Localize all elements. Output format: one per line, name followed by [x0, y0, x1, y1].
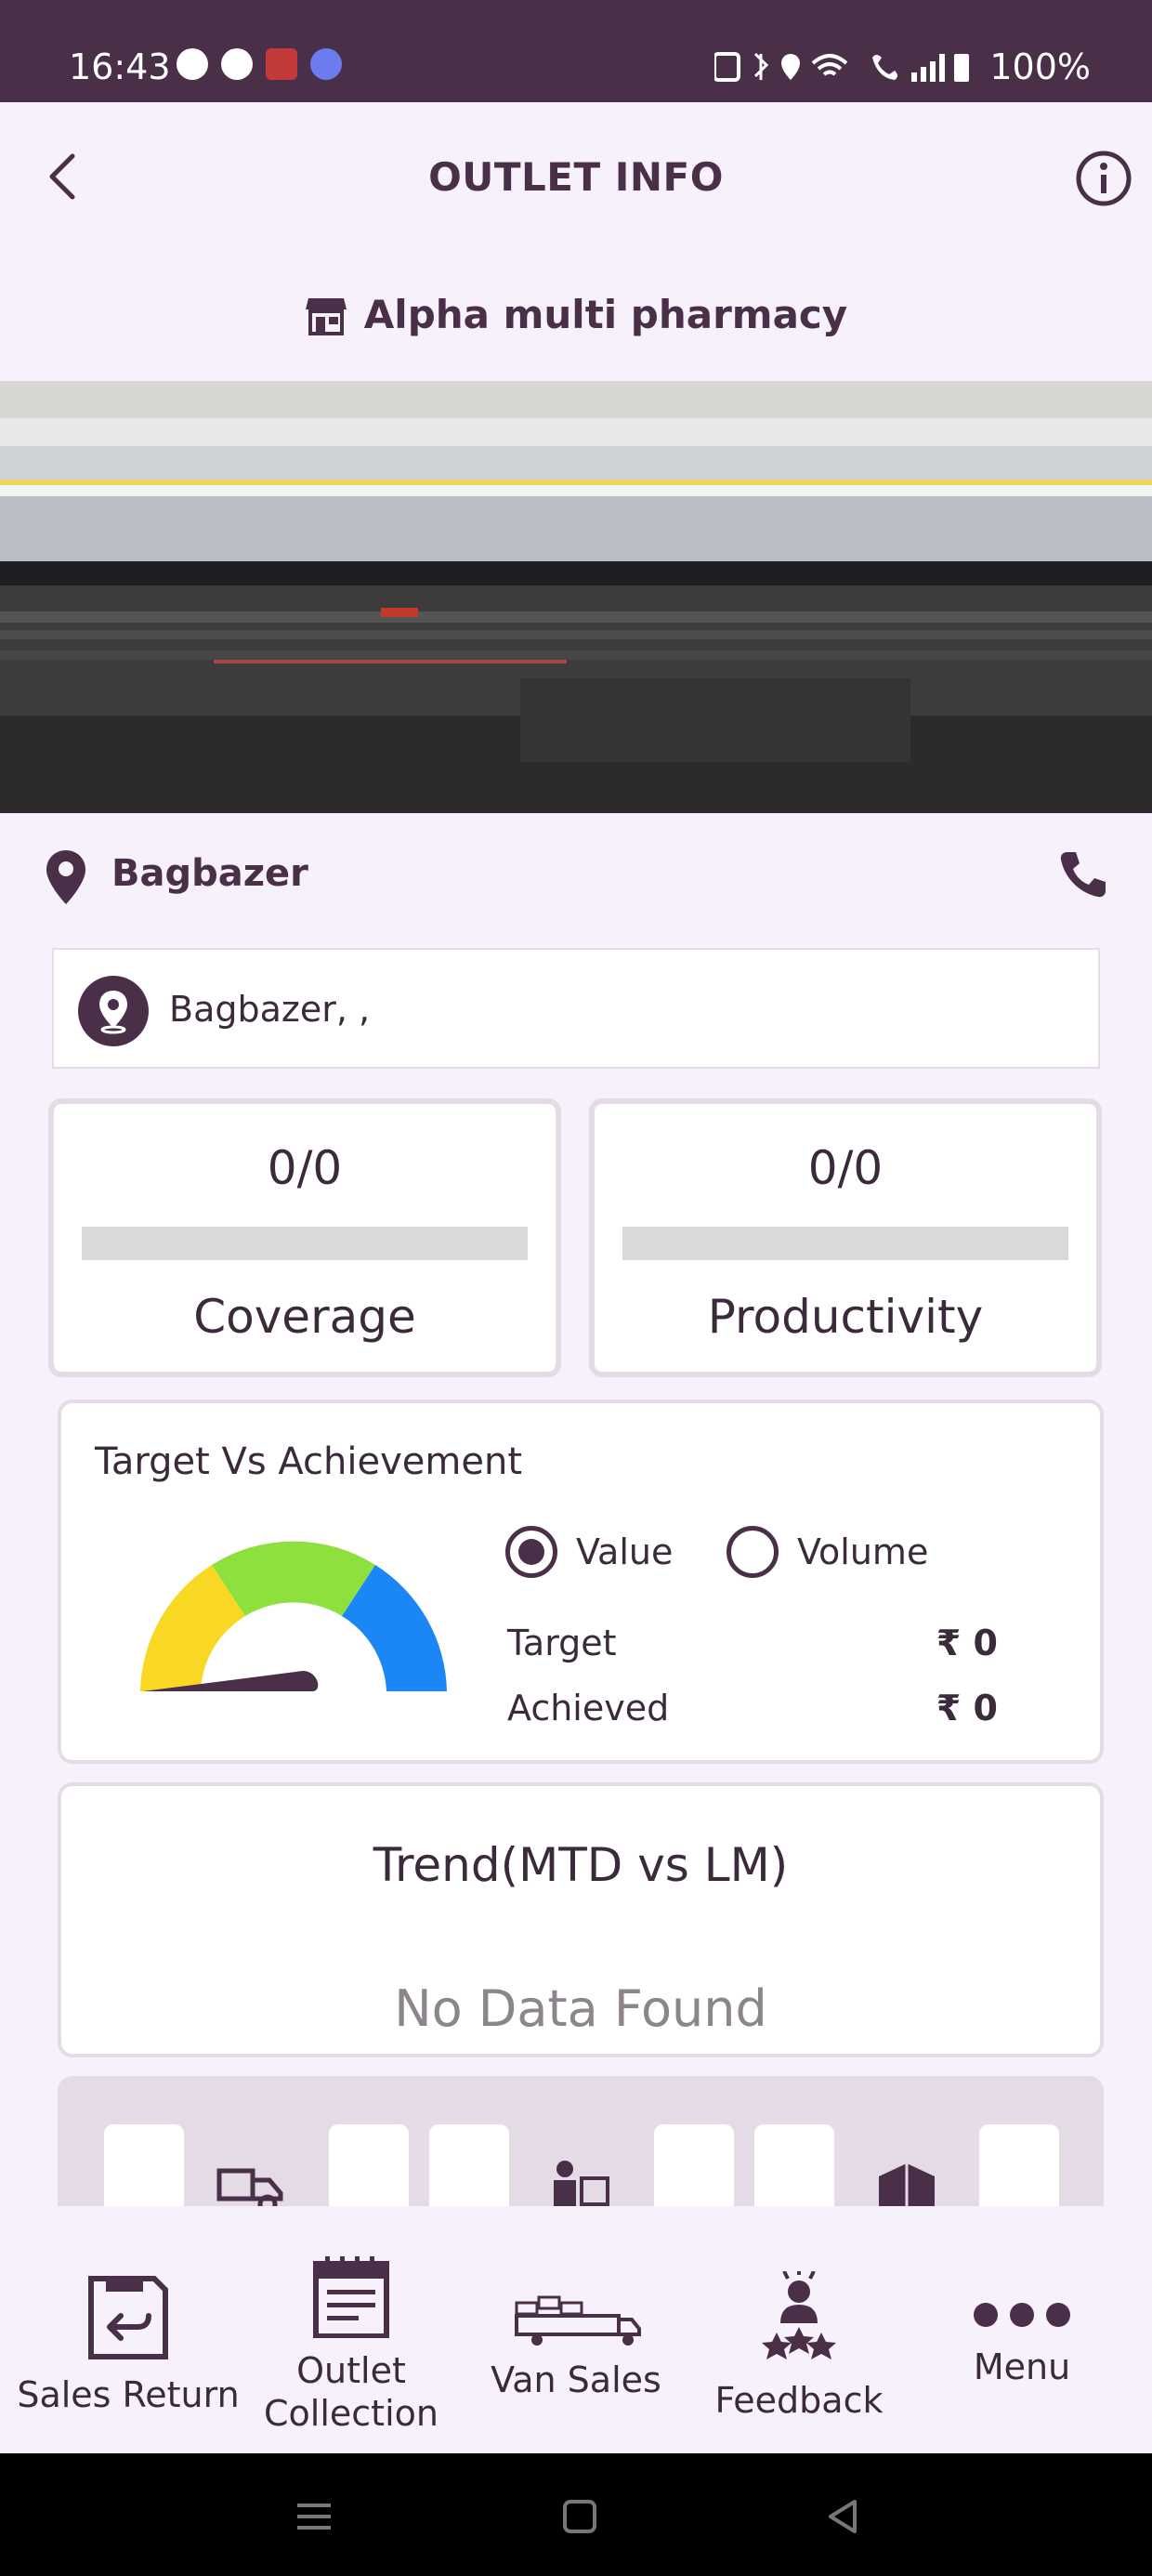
- page-title: OUTLET INFO: [428, 154, 724, 200]
- value-radio-option[interactable]: Value: [505, 1526, 673, 1578]
- volume-radio-option[interactable]: Volume: [727, 1526, 928, 1578]
- feedback-icon: [762, 2271, 836, 2359]
- nav-van-sales[interactable]: Van Sales: [461, 2206, 691, 2453]
- nav-feedback-label: Feedback: [714, 2380, 884, 2421]
- battery-text: 100%: [989, 46, 1091, 87]
- achieved-label: Achieved: [507, 1688, 670, 1728]
- outlet-name: Alpha multi pharmacy: [363, 292, 848, 337]
- system-back-icon[interactable]: [825, 2498, 862, 2535]
- nav-sales-return-label: Sales Return: [17, 2374, 240, 2415]
- volume-radio-label: Volume: [797, 1531, 929, 1572]
- coverage-value: 0/0: [267, 1141, 343, 1195]
- address-text: Bagbazer, ,: [169, 989, 371, 1030]
- quick-action-tile[interactable]: [104, 2124, 184, 2206]
- signal-icon: [872, 54, 970, 82]
- outlet-photo[interactable]: [0, 381, 1152, 813]
- value-radio-label: Value: [576, 1531, 674, 1572]
- delivery-person-icon[interactable]: [541, 2156, 615, 2206]
- quick-action-tile[interactable]: [654, 2124, 734, 2206]
- productivity-label: Productivity: [707, 1290, 984, 1344]
- value-radio[interactable]: [505, 1526, 557, 1578]
- tva-title: Target Vs Achievement: [95, 1440, 522, 1483]
- nav-van-sales-label: Van Sales: [491, 2359, 661, 2400]
- status-bar: 16:43 100%: [0, 0, 1152, 102]
- trend-empty-message: No Data Found: [394, 1979, 767, 2038]
- trend-card: Trend(MTD vs LM) No Data Found: [58, 1782, 1104, 2057]
- outlet-photo-image: [0, 381, 1152, 813]
- gauge-chart: [140, 1541, 447, 1691]
- productivity-progress-bar: [622, 1227, 1068, 1260]
- trend-title: Trend(MTD vs LM): [373, 1838, 789, 1892]
- coverage-progress-bar: [82, 1227, 528, 1260]
- target-label: Target: [507, 1623, 617, 1663]
- quick-actions-panel: [58, 2076, 1104, 2206]
- header: [0, 102, 1152, 381]
- van-sales-icon: [515, 2295, 641, 2346]
- menu-dots-icon: [974, 2303, 1070, 2327]
- delivery-icon[interactable]: [216, 2162, 290, 2206]
- chat-notification-icon: [177, 48, 208, 80]
- phone-icon[interactable]: [1057, 848, 1109, 900]
- address-pin-icon: [78, 976, 149, 1046]
- location-row: Bagbazer: [0, 841, 1152, 915]
- status-time: 16:43: [69, 46, 171, 87]
- connectivity-icons: [714, 52, 848, 82]
- volume-radio[interactable]: [727, 1526, 779, 1578]
- app-notification-icon: [221, 48, 253, 80]
- target-value: ₹ 0: [936, 1623, 998, 1663]
- productivity-value: 0/0: [807, 1141, 884, 1195]
- nav-feedback[interactable]: Feedback: [684, 2206, 914, 2453]
- achieved-value: ₹ 0: [936, 1688, 998, 1728]
- home-icon[interactable]: [561, 2498, 598, 2535]
- outlet-name-row: Alpha multi pharmacy: [0, 292, 1152, 337]
- quick-action-tile[interactable]: [754, 2124, 834, 2206]
- nav-sales-return[interactable]: Sales Return: [13, 2206, 243, 2453]
- quick-action-tile[interactable]: [329, 2124, 409, 2206]
- info-icon[interactable]: [1074, 149, 1133, 208]
- assistant-icon: [310, 48, 342, 80]
- recent-apps-icon[interactable]: [295, 2500, 333, 2533]
- nav-menu-label: Menu: [973, 2346, 1071, 2387]
- coverage-card[interactable]: 0/0 Coverage: [48, 1098, 561, 1377]
- quick-action-tile[interactable]: [979, 2124, 1059, 2206]
- location-title: Bagbazer: [111, 852, 308, 895]
- system-nav-bar: [0, 2453, 1152, 2576]
- target-vs-achievement-card: Target Vs Achievement Value Volume Targe…: [58, 1400, 1104, 1764]
- stock-box-icon[interactable]: [870, 2156, 944, 2206]
- nav-outlet-collection-label: Outlet Collection: [264, 2350, 439, 2434]
- quick-action-tile[interactable]: [429, 2124, 509, 2206]
- productivity-card[interactable]: 0/0 Productivity: [589, 1098, 1102, 1377]
- store-icon: [305, 297, 347, 335]
- coverage-label: Coverage: [193, 1290, 416, 1344]
- location-pin-icon: [46, 850, 85, 904]
- nav-menu[interactable]: Menu: [907, 2206, 1137, 2453]
- app-badge-icon: [266, 48, 297, 80]
- bottom-navigation: Sales Return Outlet Collection Van Sales: [0, 2206, 1152, 2453]
- notification-icons: [177, 48, 342, 80]
- address-card[interactable]: Bagbazer, ,: [52, 948, 1100, 1069]
- sales-return-icon: [88, 2276, 168, 2359]
- system-indicators: 100%: [714, 46, 1091, 87]
- nav-outlet-collection[interactable]: Outlet Collection: [236, 2206, 466, 2453]
- outlet-collection-icon: [313, 2256, 389, 2338]
